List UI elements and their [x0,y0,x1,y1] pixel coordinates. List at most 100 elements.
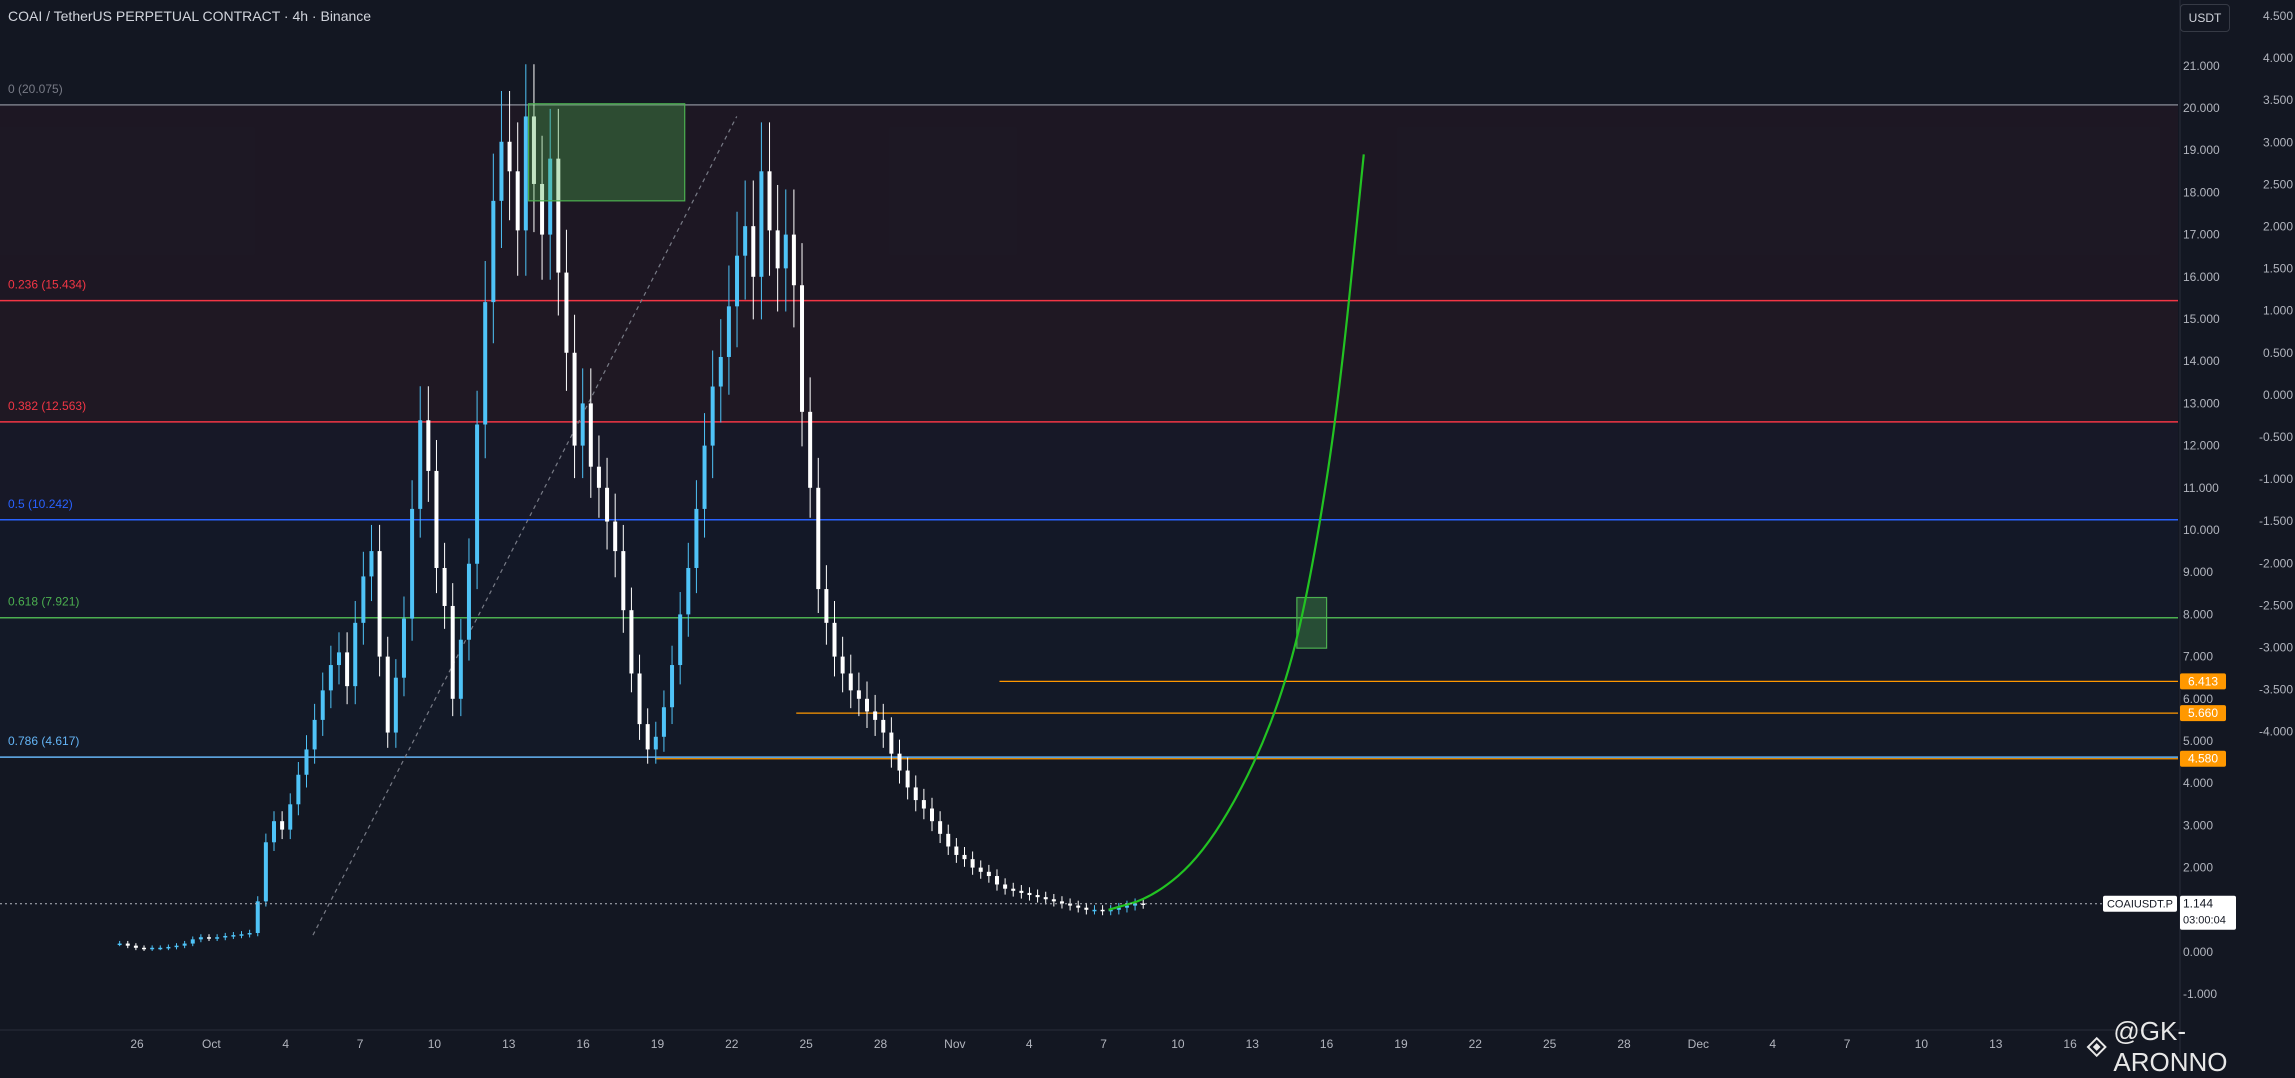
time-axis-tick-label: 10 [1171,1037,1185,1051]
candle-body [426,420,431,471]
secondary-axis-tick-label: -2.000 [2259,556,2293,570]
candle-body [986,871,991,877]
candle-body [1035,895,1040,898]
time-axis-tick-label: 13 [502,1037,516,1051]
candle-body [515,171,520,231]
currency-selector-button[interactable]: USDT [2180,4,2230,32]
time-axis-tick-label: 13 [1246,1037,1260,1051]
candle-body [393,677,398,733]
time-axis-tick-label: 4 [282,1037,289,1051]
time-axis-tick-label: 22 [1469,1037,1483,1051]
candle-body [653,736,658,750]
price-axis-tick-label: 11.000 [2183,481,2219,495]
candle-body [117,943,122,946]
candle-body [897,753,902,771]
candle-body [158,947,163,950]
price-axis-tick-label: 8.000 [2183,607,2213,621]
price-axis-tick-label: 17.000 [2183,228,2220,242]
candle-body [182,943,187,946]
candle-body [142,947,147,950]
candle-body [1043,897,1048,900]
price-axis-tick-label: 0.000 [2183,945,2213,959]
candle-body [751,226,756,277]
price-chart[interactable]: 0 (20.075) 0.236 (15.434) 0.382 (12.563) 0.… [0,0,2295,1058]
secondary-axis-tick-label: 4.500 [2263,9,2293,23]
time-axis-tick-label: 4 [1769,1037,1776,1051]
time-axis-tick-label: 4 [1026,1037,1033,1051]
candle-body [401,618,406,678]
current-price-label: 1.144 [2183,897,2213,911]
price-axis-tick-label: 18.000 [2183,185,2220,199]
price-axis-tick-label: 7.000 [2183,650,2213,664]
candle-body [694,508,699,568]
candle-body [702,445,707,509]
time-axis-tick-label: 16 [1320,1037,1334,1051]
time-axis-tick-label: 16 [2063,1037,2077,1051]
candle-body [255,901,260,934]
candle-body [775,230,780,269]
candle-body [816,487,821,590]
candle-body [946,833,951,847]
author-watermark: @GK-ARONNO [2086,1016,2295,1078]
candle-body [605,487,610,522]
candle-body [564,272,569,353]
candle-body [523,116,528,231]
target-zone-box[interactable] [527,103,686,202]
candle-body [361,576,366,623]
candle-body [296,774,301,805]
secondary-axis-tick-label: 4.000 [2263,51,2293,65]
secondary-axis-tick-label: -4.000 [2259,725,2293,739]
time-axis-tick-label: 16 [576,1037,590,1051]
secondary-axis-tick-label: -0.500 [2259,430,2293,444]
candle-body [223,935,228,938]
candle-body [848,673,853,691]
candle-body [629,610,634,674]
candle-body [840,656,845,674]
candle-body [905,770,910,788]
time-axis-tick-label: 25 [799,1037,813,1051]
candle-body [239,934,244,936]
candle-body [670,665,675,708]
candle-body [1003,884,1008,889]
fib-level-label: 0 (20.075) [8,82,63,96]
candle-body [190,939,195,944]
candle-body [410,508,415,619]
candle-body [686,567,691,615]
price-axis-tick-label: -1.000 [2183,987,2217,1001]
candle-body [938,821,943,834]
price-axis-tick-label: 15.000 [2183,312,2220,326]
candle-body [1076,905,1081,908]
candle-body [596,466,601,488]
time-axis-tick-label: 28 [1617,1037,1631,1051]
candle-body [174,945,179,948]
candle-body [328,665,333,691]
candle-body [954,846,959,855]
candle-body [970,859,975,868]
candle-body [166,946,171,949]
candle-body [247,933,252,935]
secondary-axis-tick-label: -3.500 [2259,683,2293,697]
secondary-axis-tick-label: 0.000 [2263,388,2293,402]
candle-body [418,420,423,509]
candle-body [385,656,390,733]
fib-zone-shade [0,617,2178,758]
price-axis-tick-label: 16.000 [2183,270,2220,284]
fib-level-label: 0.382 (12.563) [8,399,86,413]
candle-body [450,605,455,699]
candle-body [783,234,788,269]
candle-body [735,255,740,307]
candle-body [207,937,212,939]
secondary-axis-tick-label: 1.000 [2263,304,2293,318]
candle-body [304,749,309,775]
time-axis-tick-label: 7 [357,1037,364,1051]
candle-body [661,707,666,737]
price-axis-tick-label: 4.000 [2183,776,2213,790]
candle-body [800,285,805,412]
time-axis-tick-label: 28 [874,1037,888,1051]
candle-body [1051,899,1056,902]
time-axis-tick-label: Oct [202,1037,221,1051]
price-axis-tick-label: 13.000 [2183,396,2220,410]
candle-body [921,800,926,809]
secondary-axis-tick-label: 0.500 [2263,346,2293,360]
price-axis-tick-label: 2.000 [2183,861,2213,875]
